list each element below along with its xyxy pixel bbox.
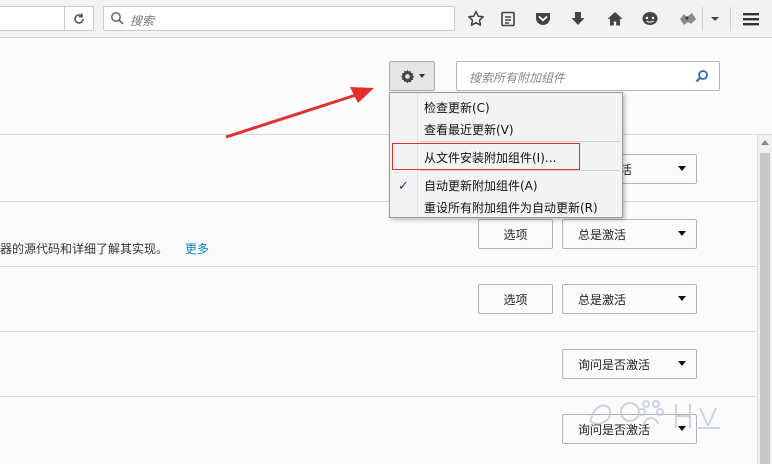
addon-search-input[interactable]: 搜索所有附加组件 bbox=[456, 61, 720, 91]
search-icon[interactable] bbox=[695, 69, 709, 83]
browser-toolbar: 搜索 bbox=[0, 0, 772, 38]
dropdown-icon[interactable] bbox=[704, 8, 726, 30]
addon-search-placeholder: 搜索所有附加组件 bbox=[469, 71, 566, 85]
activation-select-label: 总是激活 bbox=[578, 292, 627, 307]
gear-icon bbox=[400, 69, 414, 83]
hamburger-menu-icon[interactable] bbox=[740, 8, 762, 30]
activation-select[interactable]: 总是激活 bbox=[562, 284, 697, 314]
browser-search-placeholder: 搜索 bbox=[130, 14, 155, 28]
reading-list-icon[interactable] bbox=[497, 8, 519, 30]
download-icon[interactable] bbox=[567, 8, 589, 30]
bookmark-star-icon[interactable] bbox=[465, 8, 487, 30]
menu-item-reset-auto-update[interactable]: 重设所有附加组件为自动更新(R) bbox=[424, 199, 598, 216]
activation-select-label: 总是激活 bbox=[578, 227, 627, 242]
browser-search-input[interactable]: 搜索 bbox=[103, 6, 455, 31]
scroll-up-icon[interactable] bbox=[761, 140, 769, 145]
more-link[interactable]: 更多 bbox=[185, 240, 209, 257]
reload-button[interactable] bbox=[64, 6, 94, 31]
search-icon bbox=[111, 12, 124, 25]
chevron-down-icon bbox=[418, 74, 425, 78]
home-icon[interactable] bbox=[604, 8, 626, 30]
caret-down-icon bbox=[678, 166, 686, 171]
reload-icon bbox=[74, 13, 84, 24]
scrollbar-thumb[interactable] bbox=[760, 153, 770, 464]
caret-down-icon bbox=[678, 296, 686, 301]
menu-separator bbox=[420, 141, 620, 142]
options-button[interactable]: 选项 bbox=[478, 219, 553, 249]
vertical-scrollbar[interactable] bbox=[757, 135, 772, 464]
pocket-icon[interactable] bbox=[532, 8, 554, 30]
activation-select-label: 询问是否激活 bbox=[578, 357, 651, 372]
activation-select[interactable]: 总是激活 bbox=[562, 219, 697, 249]
highlight-box bbox=[392, 143, 580, 170]
menu-separator bbox=[420, 170, 620, 171]
menu-item-check-updates[interactable]: 检查更新(C) bbox=[424, 99, 490, 116]
caret-down-icon bbox=[678, 361, 686, 366]
menu-item-auto-update[interactable]: 自动更新附加组件(A) bbox=[424, 177, 538, 194]
activation-select[interactable]: 询问是否激活 bbox=[562, 349, 697, 379]
baidu-watermark-icon bbox=[589, 400, 720, 429]
toolbar-separator bbox=[730, 7, 731, 31]
toolbar-separator bbox=[702, 7, 703, 31]
chat-icon[interactable] bbox=[639, 8, 661, 30]
caret-down-icon bbox=[678, 231, 686, 236]
menu-item-view-recent-updates[interactable]: 查看最近更新(V) bbox=[424, 121, 514, 138]
extension-icon[interactable] bbox=[677, 8, 699, 30]
addon-tools-button[interactable] bbox=[389, 61, 435, 91]
options-button[interactable]: 选项 bbox=[478, 284, 553, 314]
check-icon: ✓ bbox=[398, 179, 409, 194]
addon-description: 器的源代码和详细了解其实现。 bbox=[0, 242, 169, 256]
